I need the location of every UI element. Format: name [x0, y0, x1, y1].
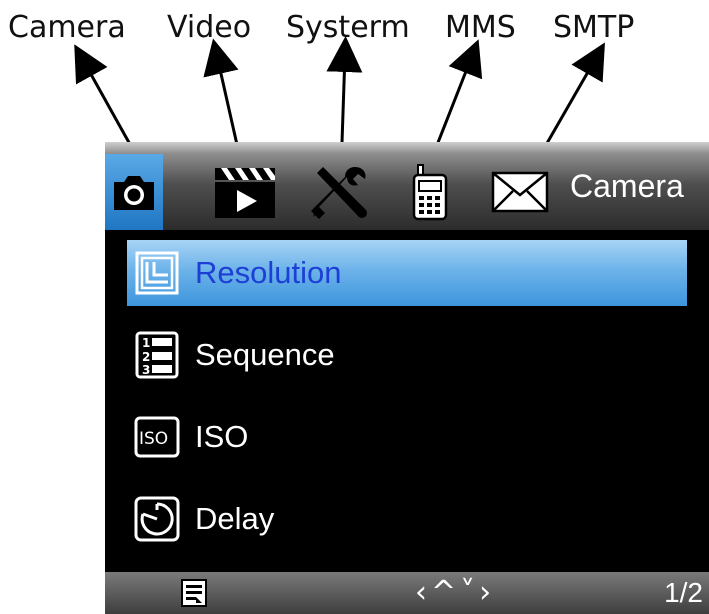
sequence-list-icon: 1 2 3 — [131, 329, 183, 381]
annotation-mms: MMS — [445, 10, 516, 45]
status-bar: ‹^˅› 1/2 — [105, 572, 709, 614]
svg-text:3: 3 — [142, 363, 150, 377]
navigation-hint: ‹^˅› — [415, 575, 496, 610]
envelope-icon — [491, 171, 549, 213]
menu-item-sequence[interactable]: 1 2 3 Sequence — [127, 322, 687, 388]
tab-mms[interactable] — [395, 154, 465, 230]
resolution-icon — [131, 247, 183, 299]
tab-smtp[interactable] — [485, 154, 555, 230]
tab-video[interactable] — [205, 154, 285, 230]
svg-text:ISO: ISO — [139, 429, 168, 449]
iso-icon: ISO — [131, 411, 183, 463]
screen-title: Camera — [570, 168, 684, 204]
tab-camera[interactable] — [105, 154, 163, 230]
menu-item-label: Resolution — [195, 255, 342, 290]
menu-item-delay[interactable]: Delay — [127, 486, 687, 552]
annotation-camera: Camera — [8, 10, 126, 45]
timer-icon — [131, 493, 183, 545]
annotation-smtp: SMTP — [553, 10, 635, 45]
annotation-system: Systerm — [286, 10, 410, 45]
tab-system[interactable] — [300, 154, 380, 230]
svg-text:2: 2 — [142, 350, 150, 364]
device-screen: Camera Resolution 1 2 3 Sequence ISO ISO… — [105, 142, 709, 614]
note-icon[interactable] — [179, 578, 209, 608]
arrow-camera — [74, 44, 134, 149]
phone-icon — [412, 164, 448, 221]
camera-icon — [114, 176, 154, 210]
tab-bar: Camera — [105, 154, 709, 230]
page-indicator: 1/2 — [664, 577, 703, 608]
menu-item-label: ISO — [195, 419, 249, 454]
menu-item-resolution[interactable]: Resolution — [127, 240, 687, 306]
wrench-screwdriver-icon — [311, 167, 367, 219]
clapperboard-icon — [215, 168, 275, 218]
menu-item-label: Sequence — [195, 337, 335, 372]
annotation-video: Video — [167, 10, 252, 45]
screen-rim — [105, 142, 709, 154]
svg-text:1: 1 — [142, 336, 150, 350]
menu-item-iso[interactable]: ISO ISO — [127, 404, 687, 470]
menu-item-label: Delay — [195, 501, 275, 536]
settings-menu: Resolution 1 2 3 Sequence ISO ISO Delay — [127, 240, 687, 568]
